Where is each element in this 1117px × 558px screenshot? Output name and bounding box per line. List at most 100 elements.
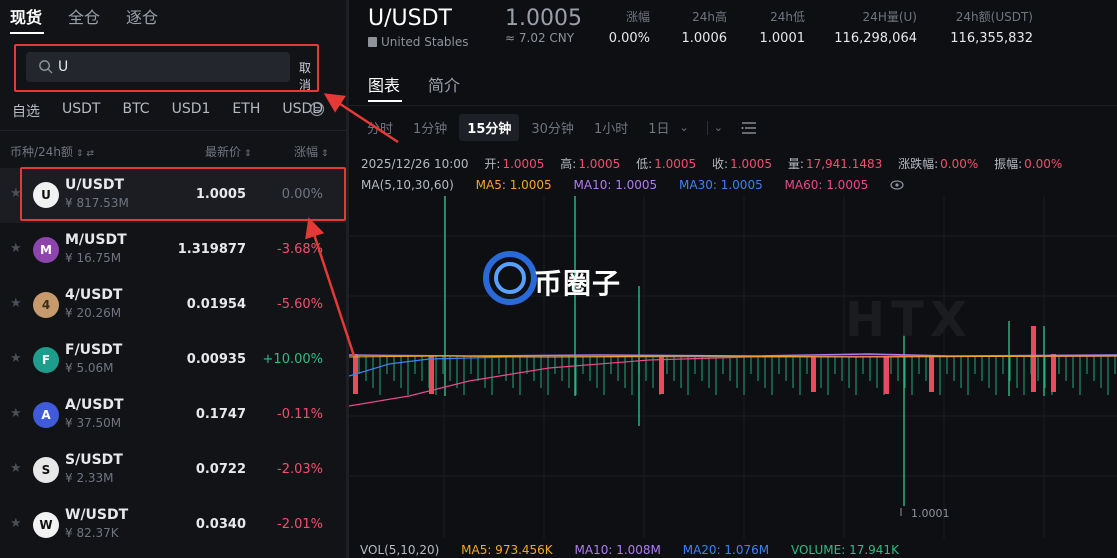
stat-value: 116,355,832 — [950, 31, 1033, 46]
tab-chart[interactable]: 图表 — [368, 72, 400, 96]
ohlc-readout: 2025/12/26 10:00 开: 1.0005 高: 1.0005 低: 1.0… — [361, 155, 1074, 172]
pair-row[interactable]: ★ 4 4/USDT ¥ 20.26M 0.01954 -5.60% — [0, 278, 346, 333]
stat-label: 涨幅 — [625, 10, 650, 24]
search-input[interactable] — [58, 56, 278, 78]
interval-1m[interactable]: 1分钟 — [405, 114, 455, 141]
ohlc-label: 振幅: — [994, 157, 1023, 171]
pair-volume: ¥ 82.37K — [65, 526, 119, 540]
stat-volume: 24H量(U) 116,298,064 — [829, 8, 917, 46]
search-box[interactable] — [26, 52, 290, 82]
coin-logo-icon: F — [33, 347, 59, 373]
brand-watermark: 币圈子 — [534, 267, 622, 300]
ohlc-high: 1.0005 — [578, 157, 621, 171]
star-icon[interactable]: ★ — [10, 461, 22, 476]
pair-row[interactable]: ★ F F/USDT ¥ 5.06M 0.00935 +10.00% — [0, 333, 346, 388]
pair-change: -0.11% — [277, 407, 323, 422]
stat-value: 116,298,064 — [834, 31, 917, 46]
ohlc-label: 低: — [636, 157, 653, 171]
ma60-value: MA60: 1.0005 — [784, 178, 869, 192]
pair-name: 4/USDT — [65, 287, 123, 303]
stat-value: 1.0006 — [681, 31, 728, 46]
interval-timeline[interactable]: 分时 — [359, 114, 401, 141]
active-tab-underline — [10, 32, 44, 34]
search-highlight: 取消 — [14, 44, 319, 92]
star-icon[interactable]: ★ — [10, 516, 22, 531]
coin-logo-icon: 4 — [33, 292, 59, 318]
ohlc-close: 1.0005 — [730, 157, 773, 171]
col-header-change[interactable]: 涨幅 ⇕ — [294, 143, 329, 160]
quote-tab-btc[interactable]: BTC — [122, 101, 149, 121]
interval-1h[interactable]: 1小时 — [586, 114, 636, 141]
stat-value: 1.0001 — [759, 31, 806, 46]
stat-turnover: 24h额(USDT) 116,355,832 — [941, 8, 1033, 46]
kline-chart[interactable]: 1.0001 — [349, 196, 1117, 538]
vol-ma5: MA5: 973.456K — [461, 543, 553, 557]
candle-bar — [1031, 326, 1036, 392]
volume-legend: VOL(5,10,20) MA5: 973.456K MA10: 1.008M … — [360, 543, 917, 557]
pair-row[interactable]: ★ W W/USDT ¥ 82.37K 0.0340 -2.01% — [0, 498, 346, 553]
stat-value: 0.00% — [608, 31, 650, 46]
cancel-button[interactable]: 取消 — [299, 59, 317, 93]
pair-row[interactable]: ★ U U/USDT ¥ 817.53M 1.0005 0.00% — [0, 168, 346, 223]
ohlc-label: 收: — [712, 157, 729, 171]
eye-icon[interactable] — [890, 180, 904, 190]
low-marker-label: 1.0001 — [911, 507, 950, 520]
divider — [0, 130, 346, 131]
col-header-price[interactable]: 最新价 ⇕ — [205, 143, 252, 160]
star-icon[interactable]: ★ — [10, 241, 22, 256]
pair-name: A/USDT — [65, 397, 124, 413]
pair-row[interactable]: ★ S S/USDT ¥ 2.33M 0.0722 -2.03% — [0, 443, 346, 498]
tab-isolated[interactable]: 逐仓 — [126, 4, 158, 28]
pair-price: 0.1747 — [195, 407, 246, 422]
account-tabs: 现货 全仓 逐仓 — [10, 4, 158, 28]
coin-logo-icon: A — [33, 402, 59, 428]
pair-volume: ¥ 2.33M — [65, 471, 114, 485]
candle-bar — [929, 356, 934, 392]
stat-label: 24h低 — [770, 10, 805, 24]
quote-tab-usdt[interactable]: USDT — [62, 101, 100, 121]
interval-15m[interactable]: 15分钟 — [459, 114, 520, 141]
pair-price: 1.319877 — [177, 242, 246, 257]
pair-change: -3.68% — [277, 242, 323, 257]
more-tabs-icon[interactable] — [309, 101, 325, 117]
chevron-down-icon[interactable]: ⌄ — [714, 121, 723, 134]
indicator-settings-icon[interactable] — [741, 121, 757, 135]
star-icon[interactable]: ★ — [10, 406, 22, 421]
star-icon[interactable]: ★ — [10, 296, 22, 311]
htx-watermark: HTX — [845, 292, 973, 348]
search-icon — [39, 60, 53, 74]
ma5-value: MA5: 1.0005 — [475, 178, 552, 192]
coin-logo-icon: M — [33, 237, 59, 263]
star-icon[interactable]: ★ — [10, 186, 22, 201]
star-icon[interactable]: ★ — [10, 351, 22, 366]
cny-price: ≈ 7.02 CNY — [505, 31, 575, 45]
ohlc-volume: 17,941.1483 — [805, 157, 883, 171]
ohlc-label: 涨跌幅: — [898, 157, 939, 171]
ohlc-label: 高: — [560, 157, 577, 171]
pair-volume: ¥ 16.75M — [65, 251, 122, 265]
ohlc-label: 开: — [484, 157, 501, 171]
pair-row[interactable]: ★ M M/USDT ¥ 16.75M 1.319877 -3.68% — [0, 223, 346, 278]
quote-tab-usd1[interactable]: USD1 — [172, 101, 211, 121]
tab-spot[interactable]: 现货 — [10, 4, 42, 28]
col-header-change-label: 涨幅 — [294, 145, 319, 159]
quote-tab-eth[interactable]: ETH — [232, 101, 260, 121]
ma-legend: MA(5,10,30,60) MA5: 1.0005 MA10: 1.0005 … — [361, 178, 904, 192]
symbol-subtitle-text: United Stables — [381, 35, 469, 49]
pair-change: -5.60% — [277, 297, 323, 312]
stat-high: 24h高 1.0006 — [679, 8, 728, 46]
tab-cross[interactable]: 全仓 — [68, 4, 100, 28]
vol-label: VOL(5,10,20) — [360, 543, 440, 557]
pair-volume: ¥ 5.06M — [65, 361, 114, 375]
quote-tab-favorites[interactable]: 自选 — [12, 101, 40, 121]
pair-volume: ¥ 37.50M — [65, 416, 122, 430]
symbol-subtitle: United Stables — [368, 35, 469, 49]
chevron-down-icon[interactable]: ⌄ — [680, 121, 689, 134]
pair-row[interactable]: ★ A A/USDT ¥ 37.50M 0.1747 -0.11% — [0, 388, 346, 443]
sort-icon: ⇕ — [321, 149, 329, 159]
pair-price: 0.01954 — [186, 297, 246, 312]
col-header-pair[interactable]: 币种/24h额 ⇕ ⇄ — [10, 143, 94, 160]
interval-30m[interactable]: 30分钟 — [523, 114, 582, 141]
tab-info[interactable]: 简介 — [428, 72, 460, 96]
interval-1d[interactable]: 1日 — [640, 114, 677, 141]
